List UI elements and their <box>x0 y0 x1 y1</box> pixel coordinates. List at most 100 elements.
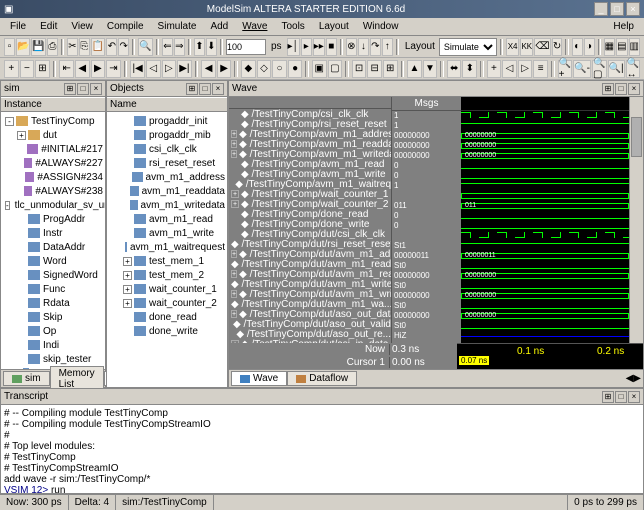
wave-scrollbar[interactable] <box>629 97 643 343</box>
tree-item[interactable]: DataAddr <box>3 240 103 254</box>
wave-signal[interactable]: ◆ /TestTinyComp/dut/aso_out_re... <box>229 329 391 339</box>
wave-scroll-left-button[interactable]: ◀ <box>201 60 216 78</box>
bookmark-list-button[interactable]: ≡ <box>533 60 548 78</box>
wave-signal[interactable]: +◆ /TestTinyComp/wait_counter_2 <box>229 199 391 209</box>
menu-layout[interactable]: Layout <box>313 19 355 34</box>
tab-memory[interactable]: Memory List <box>50 366 104 389</box>
zoom-in-button[interactable]: 🔍+ <box>558 60 573 78</box>
wave-l-button[interactable]: ⬌ <box>447 60 462 78</box>
menu-simulate[interactable]: Simulate <box>152 19 203 34</box>
wave-signal[interactable]: ◆ /TestTinyComp/done_write <box>229 219 391 229</box>
cursor-prev-button[interactable]: ⇤ <box>59 60 74 78</box>
tree-item[interactable]: skip_tester <box>3 352 103 366</box>
object-item[interactable]: avm_m1_waitrequest <box>109 240 225 254</box>
object-item[interactable]: progaddr_mib <box>109 128 225 142</box>
object-item[interactable]: done_write <box>109 324 225 338</box>
redo-button[interactable]: ↷ <box>118 38 129 56</box>
wave-signal[interactable]: ◆ /TestTinyComp/avm_m1_write <box>229 169 391 179</box>
tree-item[interactable]: Rdata <box>3 296 103 310</box>
save-button[interactable]: 💾 <box>31 38 45 56</box>
zoom-full-button[interactable]: 🔍▢ <box>592 60 607 78</box>
wave-f-button[interactable]: ▢ <box>328 60 343 78</box>
wave-signal[interactable]: ◆ /TestTinyComp/dut/avm_m1_wa... <box>229 299 391 309</box>
wave-k-button[interactable]: ▼ <box>423 60 438 78</box>
wave-signal[interactable]: ◆ /TestTinyComp/dut/aso_out_valid <box>229 319 391 329</box>
obj-close-button[interactable]: × <box>212 83 224 95</box>
kk-button[interactable]: KK <box>520 38 533 56</box>
objects-tree[interactable]: progaddr_initprogaddr_mibcsi_clk_clkrsi_… <box>107 112 227 387</box>
runtime-input[interactable] <box>226 39 266 55</box>
tab-dataflow[interactable]: Dataflow <box>287 371 357 386</box>
edge-last-button[interactable]: ▶| <box>177 60 192 78</box>
wave-signal[interactable]: +◆ /TestTinyComp/avm_m1_readdata <box>229 139 391 149</box>
menu-file[interactable]: File <box>4 19 32 34</box>
sim-close-button[interactable]: × <box>90 83 102 95</box>
zoom-out-button[interactable]: 🔍- <box>573 60 591 78</box>
tree-item[interactable]: Skip <box>3 310 103 324</box>
wave-group-button[interactable]: ⊞ <box>35 60 50 78</box>
object-item[interactable]: rsi_reset_reset <box>109 156 225 170</box>
step-over-button[interactable]: ↷ <box>370 38 381 56</box>
tree-item[interactable]: +dut <box>3 128 103 142</box>
tb5-button[interactable]: ▥ <box>629 38 640 56</box>
object-item[interactable]: csi_clk_clk <box>109 142 225 156</box>
tree-item[interactable]: -TestTinyComp <box>3 114 103 128</box>
wave-c-button[interactable]: ○ <box>272 60 287 78</box>
bookmark-prev-button[interactable]: ◁ <box>502 60 517 78</box>
new-button[interactable]: ▫ <box>4 38 15 56</box>
object-item[interactable]: avm_m1_writedata <box>109 198 225 212</box>
wave-e-button[interactable]: ▣ <box>312 60 327 78</box>
paste-button[interactable]: 📋 <box>91 38 105 56</box>
edge-prev-button[interactable]: ◁ <box>146 60 161 78</box>
cursor-label[interactable]: Cursor 1 <box>229 357 389 368</box>
tree-item[interactable]: Func <box>3 282 103 296</box>
object-item[interactable]: avm_m1_address <box>109 170 225 184</box>
cursor-next-button[interactable]: ⇥ <box>106 60 121 78</box>
wave-b-button[interactable]: ◇ <box>257 60 272 78</box>
run-all-button[interactable]: ▸▸ <box>313 38 325 56</box>
bookmark-add-button[interactable]: + <box>487 60 502 78</box>
wave-h-button[interactable]: ⊟ <box>367 60 382 78</box>
wave-signal[interactable]: ◆ /TestTinyComp/csi_clk_clk <box>229 109 391 119</box>
bookmark-next-button[interactable]: ▷ <box>518 60 533 78</box>
nav-fwd-button[interactable]: ⇒ <box>174 38 185 56</box>
object-item[interactable]: +test_mem_1 <box>109 254 225 268</box>
wave-signal[interactable]: ◆ /TestTinyComp/avm_m1_read <box>229 159 391 169</box>
wave-signal[interactable]: ◆ /TestTinyComp/dut/avm_m1_read <box>229 259 391 269</box>
sim-dock-button[interactable]: ⊞ <box>64 83 76 95</box>
zoom-cursor-button[interactable]: 🔍| <box>608 60 625 78</box>
wave-signal[interactable]: ◆ /TestTinyComp/rsi_reset_reset <box>229 119 391 129</box>
tb4-button[interactable]: ▤ <box>616 38 627 56</box>
wave-signal[interactable]: ◆ /TestTinyComp/dut/rsi_reset_reset <box>229 239 391 249</box>
nav-back-button[interactable]: ⇐ <box>162 38 173 56</box>
zoom-range-button[interactable]: 🔍↔ <box>626 60 641 78</box>
open-button[interactable]: 📂 <box>16 38 30 56</box>
wave-signal[interactable]: +◆ /TestTinyComp/dut/avm_m1_ad... <box>229 249 391 259</box>
tb2-button[interactable]: ◑ <box>584 38 595 56</box>
edge-next-button[interactable]: ▷ <box>162 60 177 78</box>
tree-item[interactable]: ProgAddr <box>3 212 103 226</box>
menu-view[interactable]: View <box>65 19 99 34</box>
wave-j-button[interactable]: ▲ <box>407 60 422 78</box>
menu-add[interactable]: Add <box>204 19 234 34</box>
nav-up-button[interactable]: ⬆ <box>194 38 205 56</box>
copy-button[interactable]: ⎘ <box>79 38 90 56</box>
wave-dock-button[interactable]: ⊞ <box>602 83 614 95</box>
edge-first-button[interactable]: |◀ <box>130 60 145 78</box>
wave-signal[interactable]: +◆ /TestTinyComp/avm_m1_address <box>229 129 391 139</box>
print-button[interactable]: ⎙ <box>47 38 58 56</box>
refresh-button[interactable]: ↻ <box>552 38 563 56</box>
menu-window[interactable]: Window <box>357 19 405 34</box>
wave-d-button[interactable]: ● <box>288 60 303 78</box>
sim-max-button[interactable]: □ <box>77 83 89 95</box>
layout-select[interactable]: Simulate <box>439 38 497 56</box>
step-button[interactable]: ↓ <box>358 38 369 56</box>
find-button[interactable]: 🔍 <box>138 38 152 56</box>
minimize-button[interactable]: _ <box>594 2 608 16</box>
object-item[interactable]: progaddr_init <box>109 114 225 128</box>
wave-signal[interactable]: +◆ /TestTinyComp/dut/avm_m1_wri... <box>229 289 391 299</box>
object-item[interactable]: avm_m1_read <box>109 212 225 226</box>
wave-signal[interactable]: ◆ /TestTinyComp/dut/avm_m1_write <box>229 279 391 289</box>
object-item[interactable]: done_read <box>109 310 225 324</box>
wave-signal[interactable]: +◆ /TestTinyComp/dut/aso_out_data <box>229 309 391 319</box>
